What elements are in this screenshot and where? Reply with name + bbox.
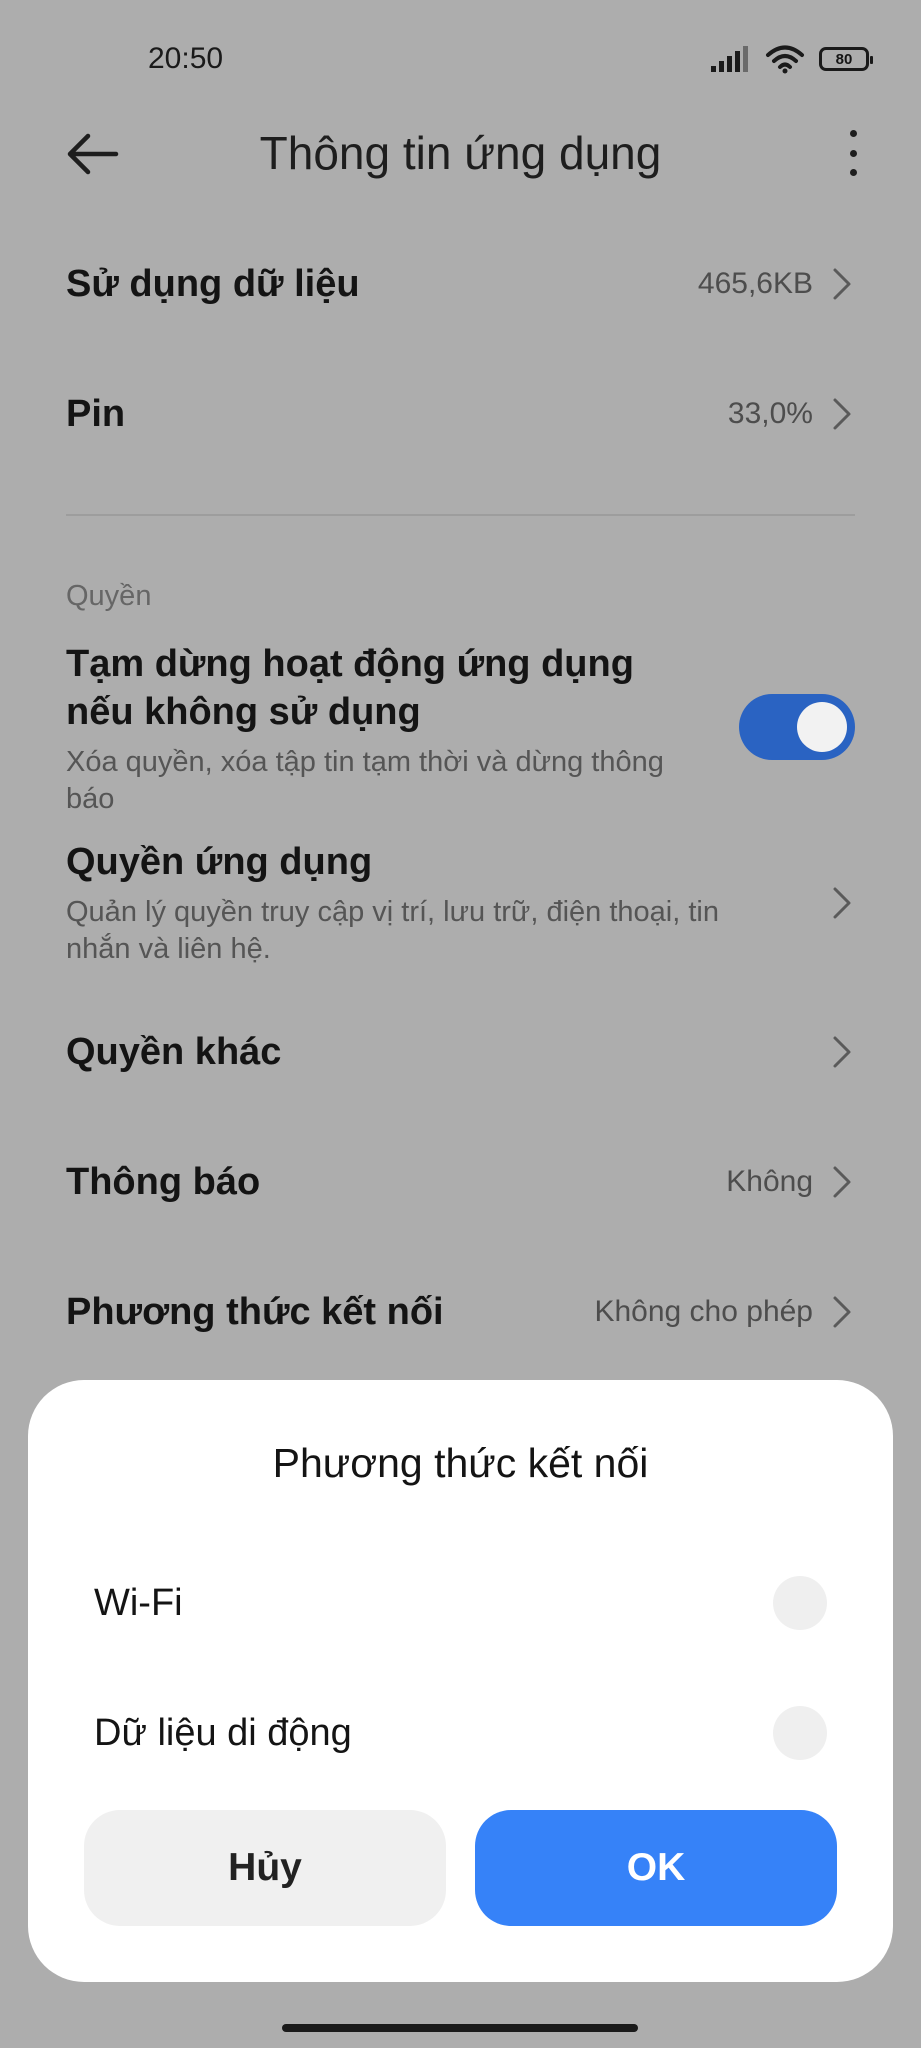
app-permissions-item[interactable]: Quyền ứng dụng Quản lý quyền truy cập vị… [66, 838, 771, 968]
connection-method-dialog: Phương thức kết nối Wi-Fi Dữ liệu di độn… [28, 1380, 893, 1982]
status-bar: 20:50 80 [0, 0, 921, 120]
ok-button[interactable]: OK [475, 1810, 837, 1926]
status-time: 20:50 [148, 42, 224, 75]
row-notifications[interactable]: Thông báo Không [66, 1152, 855, 1212]
row-connection-method[interactable]: Phương thức kết nối Không cho phép [66, 1282, 855, 1342]
page-title: Thông tin ứng dụng [259, 127, 662, 179]
pause-app-subtitle: Xóa quyền, xóa tập tin tạm thời và dừng … [66, 746, 664, 815]
pause-app-toggle[interactable] [739, 694, 855, 760]
app-permissions-subtitle: Quản lý quyền truy cập vị trí, lưu trữ, … [66, 896, 719, 965]
option-mobile-data-label: Dữ liệu di động [94, 1711, 352, 1754]
pause-app-title: Tạm dừng hoạt động ứng dụng nếu không sử… [66, 643, 634, 733]
mobile-data-radio[interactable] [773, 1706, 827, 1760]
row-other-permissions[interactable]: Quyền khác [66, 1022, 855, 1082]
chevron-right-icon [833, 887, 851, 919]
battery-icon: 80 [819, 47, 873, 71]
section-permissions-label: Quyền [66, 580, 152, 612]
chevron-right-icon [833, 1166, 851, 1198]
cancel-button[interactable]: Hủy [84, 1810, 446, 1926]
dialog-title: Phương thức kết nối [272, 1440, 649, 1486]
connection-method-label: Phương thức kết nối [66, 1290, 444, 1333]
data-usage-value: 465,6KB [697, 267, 813, 300]
toggle-knob [797, 702, 847, 752]
option-wifi-label: Wi-Fi [94, 1581, 183, 1624]
other-permissions-label: Quyền khác [66, 1030, 282, 1073]
row-data-usage[interactable]: Sử dụng dữ liệu 465,6KB [66, 254, 855, 314]
app-permissions-title: Quyền ứng dụng [66, 841, 373, 883]
chevron-right-icon [833, 1036, 851, 1068]
pause-app-item[interactable]: Tạm dừng hoạt động ứng dụng nếu không sử… [66, 640, 681, 818]
app-info-screen: 20:50 80 Thông tin ứng dụng Sử dụng dữ l… [0, 0, 921, 2048]
chevron-right-icon [833, 398, 851, 430]
signal-icon [711, 46, 748, 72]
chevron-right-icon [833, 268, 851, 300]
row-battery[interactable]: Pin 33,0% [66, 384, 855, 444]
battery-value: 33,0% [727, 397, 813, 430]
option-wifi[interactable]: Wi-Fi [94, 1568, 827, 1638]
home-indicator[interactable] [282, 2024, 638, 2032]
battery-label: Pin [66, 392, 126, 435]
more-options-icon[interactable] [841, 130, 865, 176]
wifi-icon [766, 45, 804, 74]
connection-method-value: Không cho phép [594, 1295, 813, 1328]
notifications-label: Thông báo [66, 1160, 261, 1203]
divider [66, 514, 855, 516]
system-icons: 80 [711, 44, 873, 74]
data-usage-label: Sử dụng dữ liệu [66, 262, 360, 305]
chevron-right-icon [833, 1296, 851, 1328]
notifications-value: Không [726, 1165, 813, 1198]
option-mobile-data[interactable]: Dữ liệu di động [94, 1698, 827, 1768]
wifi-radio[interactable] [773, 1576, 827, 1630]
